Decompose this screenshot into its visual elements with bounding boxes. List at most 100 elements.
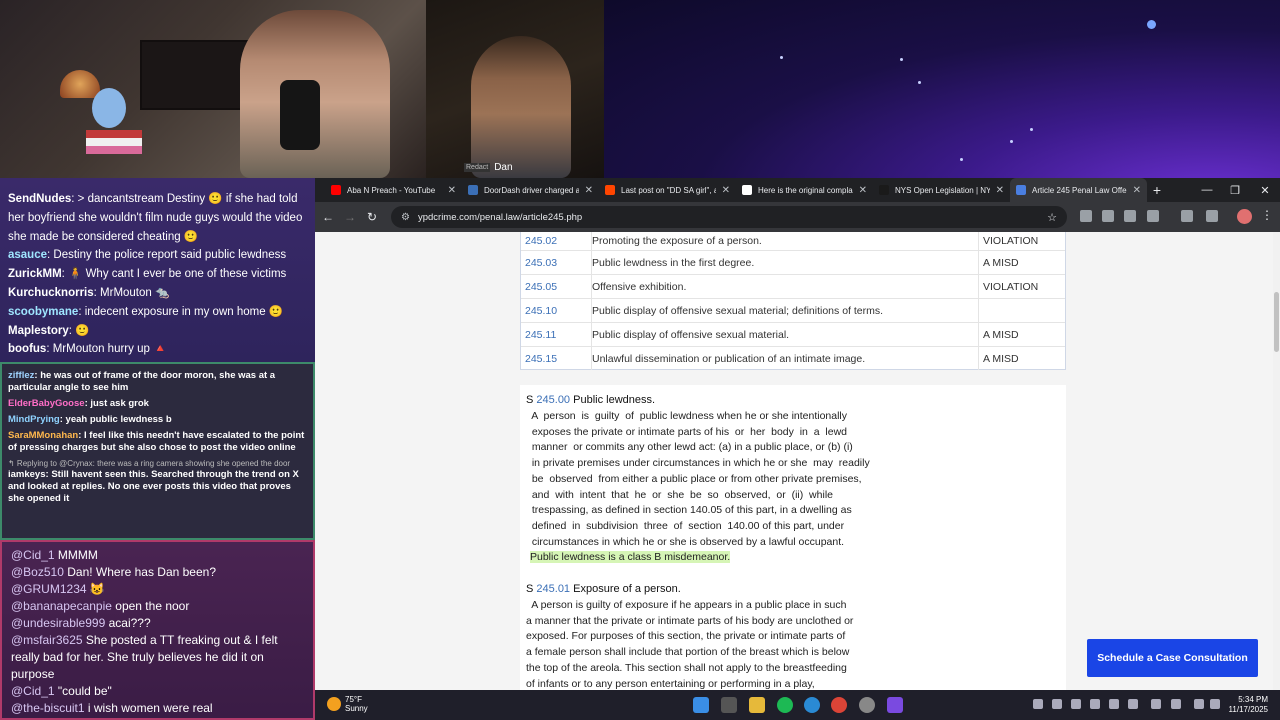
chat-message: @GRUM1234 😺 (11, 581, 304, 598)
browser-tab[interactable]: Aba N Preach - YouTube ✕ (325, 178, 462, 202)
tray-icon[interactable] (1109, 699, 1119, 709)
offense-class: A MISD (978, 323, 1065, 346)
section-heading: S 245.01 Exposure of a person. (526, 582, 1060, 596)
profile-avatar[interactable] (1237, 209, 1252, 224)
chat-username[interactable]: zifflez (8, 370, 34, 381)
obs-icon[interactable] (859, 697, 875, 713)
tab-close-icon[interactable]: ✕ (996, 185, 1004, 196)
bookmark-star-icon[interactable]: ☆ (1047, 211, 1057, 224)
chat-username[interactable]: MindPrying (8, 414, 60, 425)
extension-icon[interactable] (1102, 210, 1114, 222)
menu-icon[interactable]: ⋮ (1261, 208, 1273, 222)
chat-text: : MrMouton 🐀 (93, 286, 170, 299)
extension-icon[interactable] (1080, 210, 1092, 222)
weather-temp: 75°F (345, 695, 362, 704)
maximize-button[interactable]: ❐ (1221, 178, 1249, 202)
section-number-link[interactable]: 245.01 (536, 583, 570, 595)
tray-icon[interactable] (1128, 699, 1138, 709)
chat-username[interactable]: @GRUM1234 (11, 582, 87, 596)
task-view-icon[interactable] (721, 697, 737, 713)
edge-icon[interactable] (804, 697, 820, 713)
network-icon[interactable] (1194, 699, 1204, 709)
section-link[interactable]: 245.11 (521, 329, 591, 341)
chat-username[interactable]: SendNudes (8, 193, 71, 205)
tab-close-icon[interactable]: ✕ (859, 185, 867, 196)
browser-tab[interactable]: NYS Open Legislation | NYS ✕ (873, 178, 1010, 202)
tab-close-icon[interactable]: ✕ (722, 185, 730, 196)
chat-username[interactable]: ElderBabyGoose (8, 398, 85, 409)
chat-panel-mid: zifflez: he was out of frame of the door… (0, 362, 315, 540)
weather-widget[interactable]: 75°F Sunny (327, 695, 368, 713)
reading-list-icon[interactable] (1206, 210, 1218, 222)
chat-username[interactable]: scoobymane (8, 306, 78, 318)
chat-text: : Destiny the police report said public … (47, 249, 287, 262)
tray-icon[interactable] (1052, 699, 1062, 709)
browser-tab[interactable]: Last post on "DD SA girl", a ✕ (599, 178, 736, 202)
tab-favicon-icon (742, 185, 752, 195)
start-icon[interactable] (693, 697, 709, 713)
section-link[interactable]: 245.03 (521, 257, 591, 269)
section-prefix: S (526, 583, 534, 596)
chat-username[interactable]: SaraMMonahan (8, 430, 78, 441)
browser-window: Aba N Preach - YouTube ✕ DoorDash driver c… (315, 178, 1280, 690)
statute-line: a manner that the private or intimate pa… (526, 614, 854, 627)
app-icon[interactable] (887, 697, 903, 713)
chat-username[interactable]: Maplestory (8, 325, 69, 337)
address-bar[interactable]: ⚙ ypdcrime.com/penal.law/article245.php … (391, 206, 1067, 228)
chat-username[interactable]: @the-biscuit1 (11, 701, 85, 715)
tray-chevron-icon[interactable] (1033, 699, 1043, 709)
tray-icon[interactable] (1071, 699, 1081, 709)
chat-username[interactable]: Kurchucknorris (8, 287, 94, 299)
tray-icon[interactable] (1090, 699, 1100, 709)
chat-username[interactable]: @Cid_1 (11, 684, 55, 698)
chat-message: @Cid_1 MMMM (11, 547, 304, 564)
chat-username[interactable]: boofus (8, 343, 46, 355)
minimize-button[interactable]: — (1193, 178, 1221, 202)
section-link[interactable]: 245.15 (521, 353, 591, 365)
tray-icon[interactable] (1151, 699, 1161, 709)
clock-time: 5:34 PM (1238, 695, 1268, 704)
schedule-consultation-button[interactable]: Schedule a Case Consultation (1087, 639, 1258, 677)
tray-icon[interactable] (1171, 699, 1181, 709)
chrome-icon[interactable] (831, 697, 847, 713)
tab-close-icon[interactable]: ✕ (585, 185, 593, 196)
cast-icon[interactable] (1181, 210, 1193, 222)
forward-icon[interactable]: → (339, 206, 361, 228)
browser-tab[interactable]: DoorDash driver charged af ✕ (462, 178, 599, 202)
chat-username[interactable]: @Cid_1 (11, 548, 55, 562)
statute-line: be observed from either a public place o… (526, 472, 862, 485)
browser-tab[interactable]: Article 245 Penal Law Offen ✕ (1010, 178, 1147, 202)
weather-condition: Sunny (345, 704, 368, 713)
back-icon[interactable]: ← (317, 206, 339, 228)
section-link[interactable]: 245.05 (521, 281, 591, 293)
offense-class: VIOLATION (978, 275, 1065, 298)
file-explorer-icon[interactable] (749, 697, 765, 713)
new-tab-button[interactable]: + (1147, 182, 1167, 198)
clock[interactable]: 5:34 PM 11/17/2025 (1229, 695, 1268, 715)
close-window-button[interactable]: ✕ (1251, 178, 1279, 202)
offense-class (978, 299, 1065, 322)
tab-close-icon[interactable]: ✕ (448, 185, 456, 196)
volume-icon[interactable] (1210, 699, 1220, 709)
scrollbar[interactable] (1273, 232, 1280, 690)
extensions-puzzle-icon[interactable] (1147, 210, 1159, 222)
chat-username[interactable]: @bananapecanpie (11, 599, 112, 613)
reload-icon[interactable]: ↻ (361, 206, 383, 228)
section-link[interactable]: 245.02 (521, 235, 591, 247)
chat-username[interactable]: @msfair3625 (11, 633, 83, 647)
tab-close-icon[interactable]: ✕ (1133, 185, 1141, 196)
section-number-link[interactable]: 245.00 (536, 394, 570, 406)
section-title: Promoting the exposure of a person. (592, 235, 762, 247)
chat-username[interactable]: iamkeys (8, 469, 46, 480)
chat-username[interactable]: asauce (8, 249, 47, 261)
browser-tab[interactable]: Here is the original compla ✕ (736, 178, 873, 202)
tab-title: Article 245 Penal Law Offen (1032, 185, 1127, 195)
site-info-icon[interactable]: ⚙ (401, 212, 410, 223)
extension-icon[interactable] (1124, 210, 1136, 222)
chat-username[interactable]: @Boz510 (11, 565, 64, 579)
scrollbar-thumb[interactable] (1274, 292, 1279, 352)
section-link[interactable]: 245.10 (521, 305, 591, 317)
spotify-icon[interactable] (777, 697, 793, 713)
chat-username[interactable]: ZurickMM (8, 268, 62, 280)
chat-username[interactable]: @undesirable999 (11, 616, 105, 630)
